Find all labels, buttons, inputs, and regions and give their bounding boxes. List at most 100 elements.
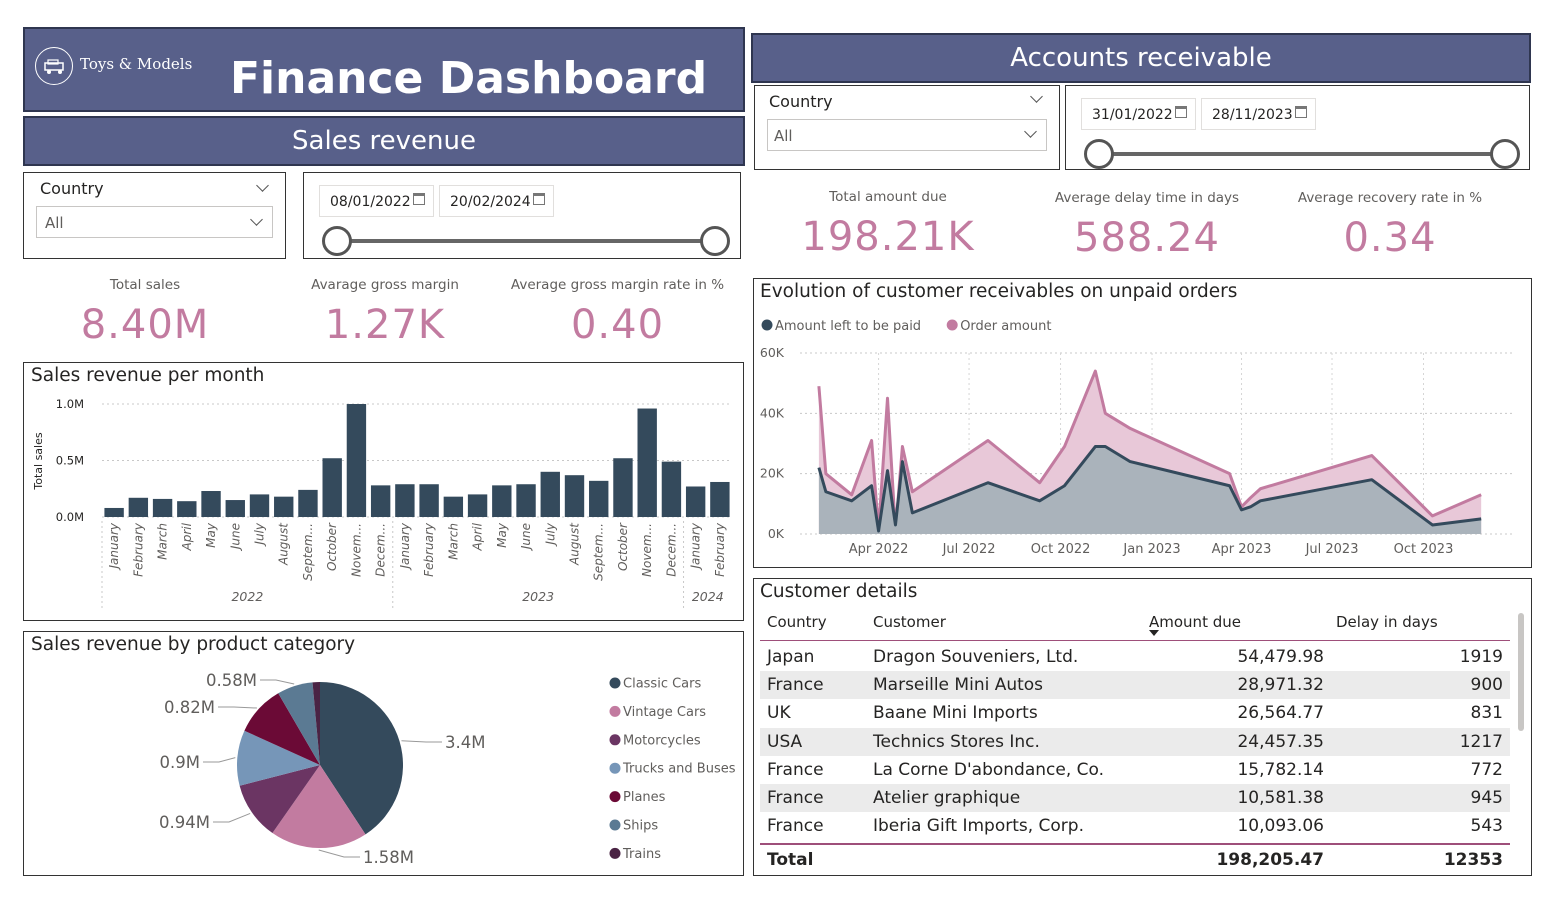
x-tick-label: February — [131, 522, 145, 577]
ar-date-start-input[interactable]: 31/01/2022 — [1081, 98, 1196, 130]
x-tick-label: July — [253, 522, 267, 546]
bar-11 — [370, 485, 391, 517]
table-row[interactable]: France Iberia Gift Imports, Corp. 10,093.0… — [760, 812, 1510, 840]
cell-country: UK — [767, 703, 791, 724]
pie-data-label: 1.58M — [363, 848, 414, 867]
table-row[interactable]: France Marseille Mini Autos 28,971.32 900 — [760, 671, 1510, 700]
bar-10 — [346, 404, 367, 517]
bar-17 — [516, 484, 536, 517]
table-row[interactable]: UK Baane Mini Imports 26,564.77 831 — [760, 699, 1510, 727]
pie-leader-line — [203, 757, 236, 763]
sales-date-start-input[interactable]: 08/01/2022 — [319, 185, 434, 217]
chevron-down-icon[interactable] — [1030, 90, 1043, 103]
x-tick-label: Novem... — [640, 523, 654, 577]
bar-24 — [685, 486, 706, 517]
chevron-down-icon[interactable] — [256, 179, 269, 192]
bar-23 — [661, 461, 682, 517]
pie-leader-line — [401, 740, 442, 743]
ar-date-slider-track[interactable] — [1099, 152, 1504, 156]
cell-amount: 26,564.77 — [1237, 703, 1324, 724]
bar-20 — [589, 480, 609, 517]
calendar-icon[interactable] — [413, 193, 425, 205]
calendar-icon[interactable] — [533, 193, 545, 205]
ar-section-title: Accounts receivable — [1010, 43, 1272, 73]
sales-country-value: All — [45, 214, 64, 232]
table-header-row: Country Customer Amount due Delay in day… — [760, 611, 1510, 641]
bar-4 — [201, 491, 221, 517]
ar-date-end-value: 28/11/2023 — [1212, 107, 1293, 123]
sales-date-slider-end-handle[interactable] — [700, 226, 730, 256]
col-header-customer[interactable]: Customer — [873, 613, 946, 631]
ar-date-slider-start-handle[interactable] — [1084, 139, 1114, 169]
bar-14 — [443, 496, 464, 517]
sales-date-slicer: 08/01/2022 20/02/2024 — [303, 172, 741, 259]
table-row[interactable]: USA Technics Stores Inc. 24,457.35 1217 — [760, 727, 1510, 756]
y-tick-label: 0K — [768, 526, 785, 541]
legend-dot — [609, 734, 621, 746]
legend-label: Vintage Cars — [623, 705, 706, 720]
year-label: 2023 — [522, 589, 554, 604]
col-header-delay[interactable]: Delay in days — [1336, 613, 1438, 631]
x-tick-label: May — [204, 522, 218, 548]
kpi-recovery-label: Average recovery rate in % — [1297, 190, 1483, 206]
bar-22 — [637, 408, 657, 517]
sales-date-end-input[interactable]: 20/02/2024 — [439, 185, 554, 217]
kpi-total-due-value: 198.21K — [801, 214, 975, 260]
y-tick-label: 60K — [760, 345, 785, 360]
x-tick-label: October — [616, 522, 630, 571]
cell-amount: 10,093.06 — [1237, 816, 1324, 837]
ar-date-slider-end-handle[interactable] — [1490, 139, 1520, 169]
sales-date-slider-track[interactable] — [336, 239, 716, 243]
bar-13 — [419, 484, 439, 517]
kpi-total-sales-value: 8.40M — [80, 302, 210, 348]
x-tick-label: Oct 2022 — [1031, 542, 1091, 557]
cell-customer: Atelier graphique — [873, 788, 1021, 808]
table-row[interactable]: Japan Dragon Souveniers, Ltd. 54,479.98 191… — [760, 643, 1510, 671]
kpi-margin-rate-value: 0.40 — [570, 302, 665, 348]
x-tick-label: Apr 2022 — [849, 542, 909, 557]
bar-18 — [540, 471, 560, 517]
x-tick-label: January — [689, 522, 703, 570]
table-scrollbar[interactable] — [1518, 613, 1524, 731]
calendar-icon[interactable] — [1295, 106, 1307, 118]
sales-country-label: Country — [40, 179, 104, 198]
y-tick-label: 0.5M — [56, 454, 84, 468]
pie-leader-line — [218, 706, 257, 709]
kpi-recovery-value: 0.34 — [1343, 215, 1437, 261]
ar-date-end-input[interactable]: 28/11/2023 — [1201, 98, 1316, 130]
cell-customer: Iberia Gift Imports, Corp. — [873, 816, 1084, 837]
sort-desc-icon[interactable] — [1149, 630, 1159, 636]
bar-19 — [564, 475, 585, 517]
chevron-down-icon — [250, 213, 263, 226]
cell-customer: Technics Stores Inc. — [873, 731, 1040, 752]
x-tick-label: April — [471, 522, 485, 551]
category-pie-panel: Sales revenue by product category 3.4M 1.… — [23, 631, 744, 876]
bar-16 — [492, 485, 512, 517]
legend-label: Trains — [622, 847, 661, 862]
calendar-icon[interactable] — [1175, 106, 1187, 118]
bar-7 — [274, 496, 294, 517]
table-row[interactable]: France La Corne D'abondance, Co. 15,782.14… — [760, 756, 1510, 784]
cell-country: France — [767, 816, 824, 837]
sales-section-title: Sales revenue — [292, 126, 476, 156]
ar-section-header: Accounts receivable — [751, 33, 1531, 83]
x-tick-label: Decem... — [664, 523, 678, 577]
ar-date-start-value: 31/01/2022 — [1092, 107, 1173, 123]
table-row[interactable]: France Atelier graphique 10,581.38 945 — [760, 784, 1510, 812]
pie-chart: 3.4M 1.58M 0.94M 0.9M 0.82M 0.58M Classic Cars… — [159, 671, 736, 867]
x-tick-label: Decem... — [374, 523, 388, 577]
ar-country-dropdown[interactable]: All — [767, 119, 1047, 151]
sales-date-end-value: 20/02/2024 — [450, 194, 531, 210]
cell-delay: 900 — [1470, 675, 1503, 696]
col-header-amount[interactable]: Amount due — [1149, 613, 1241, 631]
cell-country: USA — [767, 731, 803, 752]
legend-label: Planes — [623, 790, 666, 805]
x-tick-label: July — [543, 522, 557, 546]
col-header-country[interactable]: Country — [767, 613, 827, 631]
cell-country: France — [767, 675, 824, 696]
x-tick-label: Septem... — [592, 523, 606, 581]
sales-country-dropdown[interactable]: All — [36, 206, 273, 238]
pie-leader-line — [260, 679, 295, 685]
sales-date-slider-start-handle[interactable] — [322, 226, 352, 256]
legend-dot — [609, 847, 621, 859]
